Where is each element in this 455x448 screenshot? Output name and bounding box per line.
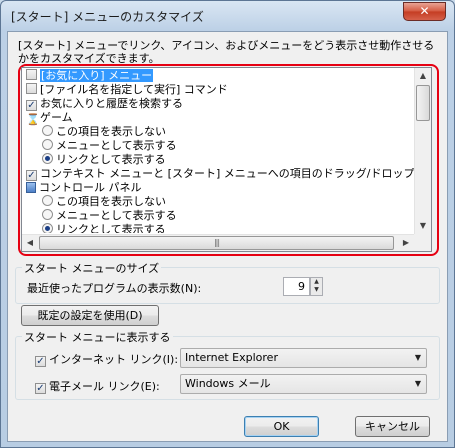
- games-menu-radio[interactable]: [42, 139, 53, 150]
- title-bar[interactable]: [スタート] メニューのカスタマイズ ✕: [1, 1, 454, 31]
- show-group-title: スタート メニューに表示する: [22, 329, 173, 345]
- description-text: [スタート] メニューでリンク、アイコン、およびメニューをどう表示させ動作させる…: [18, 39, 435, 65]
- scroll-right-icon[interactable]: ▶: [398, 235, 414, 251]
- option-favorites-menu[interactable]: [お気に入り] メニュー: [26, 69, 154, 83]
- hourglass-icon: ⌛: [26, 113, 40, 126]
- chevron-down-icon: ▼: [414, 353, 421, 362]
- control-panel-link-radio[interactable]: [42, 223, 53, 233]
- ok-button[interactable]: OK: [244, 416, 319, 437]
- options-listbox[interactable]: [お気に入り] メニュー [ファイル名を指定して実行] コマンド ✓ お気に入りと…: [21, 67, 432, 252]
- size-group-title: スタート メニューのサイズ: [22, 260, 162, 276]
- control-panel-choice-menu[interactable]: メニューとして表示する: [42, 209, 177, 223]
- drag-drop-checkbox[interactable]: ✓: [26, 170, 37, 181]
- email-link-option[interactable]: ✓ 電子メール リンク(E):: [35, 378, 160, 394]
- scroll-left-icon[interactable]: ◀: [22, 235, 38, 251]
- close-button[interactable]: ✕: [403, 2, 446, 21]
- internet-browser-value: Internet Explorer: [185, 351, 278, 364]
- window-title: [スタート] メニューのカスタマイズ: [11, 10, 204, 24]
- internet-link-label: インターネット リンク(I):: [49, 353, 179, 366]
- favorites-menu-checkbox[interactable]: [26, 69, 37, 80]
- recent-programs-count-input[interactable]: 9: [283, 277, 310, 296]
- email-client-select[interactable]: Windows メール ▼: [180, 374, 427, 394]
- search-favorites-label: お気に入りと履歴を検索する: [40, 97, 183, 110]
- dialog-body: [スタート] メニューでリンク、アイコン、およびメニューをどう表示させ動作させる…: [7, 31, 448, 442]
- scrollbar-corner: [414, 234, 431, 251]
- email-link-label: 電子メール リンク(E):: [49, 380, 160, 393]
- scroll-up-icon[interactable]: ▲: [415, 68, 431, 84]
- control-panel-choice-hide[interactable]: この項目を表示しない: [42, 195, 166, 209]
- email-client-value: Windows メール: [185, 377, 271, 390]
- games-hide-label: この項目を表示しない: [56, 125, 166, 138]
- control-panel-menu-radio[interactable]: [42, 209, 53, 220]
- option-search-favorites[interactable]: ✓ お気に入りと履歴を検索する: [26, 97, 183, 111]
- vertical-scroll-thumb[interactable]: [416, 85, 430, 121]
- close-icon: ✕: [419, 4, 430, 18]
- run-command-label: [ファイル名を指定して実行] コマンド: [40, 83, 228, 96]
- control-panel-category: コントロール パネル: [26, 181, 142, 195]
- games-choice-menu[interactable]: メニューとして表示する: [42, 139, 177, 153]
- games-menu-label: メニューとして表示する: [56, 139, 177, 152]
- spin-down-icon[interactable]: ▼: [311, 286, 322, 294]
- games-choice-hide[interactable]: この項目を表示しない: [42, 125, 166, 139]
- internet-browser-select[interactable]: Internet Explorer ▼: [180, 348, 427, 368]
- recent-programs-spinner[interactable]: ▲ ▼: [310, 277, 323, 296]
- option-drag-drop[interactable]: ✓コンテキスト メニューと [スタート] メニューへの項目のドラッグ/ドロップを…: [26, 167, 415, 181]
- drag-drop-label: コンテキスト メニューと [スタート] メニューへの項目のドラッグ/ドロップを有…: [40, 167, 415, 180]
- internet-link-checkbox[interactable]: ✓: [35, 356, 46, 367]
- search-favorites-checkbox[interactable]: ✓: [26, 100, 37, 111]
- control-panel-label: コントロール パネル: [39, 181, 142, 194]
- control-panel-hide-label: この項目を表示しない: [56, 195, 166, 208]
- favorites-menu-label: [お気に入り] メニュー: [40, 69, 154, 82]
- option-run-command[interactable]: [ファイル名を指定して実行] コマンド: [26, 83, 228, 97]
- horizontal-scrollbar[interactable]: ◀ ||| ▶: [22, 234, 415, 251]
- cancel-button[interactable]: キャンセル: [355, 416, 430, 437]
- internet-link-option[interactable]: ✓ インターネット リンク(I):: [35, 351, 178, 367]
- control-panel-menu-label: メニューとして表示する: [56, 209, 177, 222]
- customize-start-menu-dialog: [スタート] メニューのカスタマイズ ✕ [スタート] メニューでリンク、アイコ…: [0, 0, 455, 448]
- horizontal-scroll-thumb[interactable]: |||: [39, 236, 394, 250]
- scroll-down-icon[interactable]: ▼: [415, 218, 431, 234]
- email-link-checkbox[interactable]: ✓: [35, 383, 46, 394]
- options-list: [お気に入り] メニュー [ファイル名を指定して実行] コマンド ✓ お気に入りと…: [22, 68, 415, 233]
- games-category: ⌛ゲーム: [26, 111, 73, 126]
- games-choice-link[interactable]: リンクとして表示する: [42, 153, 166, 167]
- control-panel-hide-radio[interactable]: [42, 195, 53, 206]
- recent-programs-label: 最近使ったプログラムの表示数(N):: [27, 282, 202, 295]
- control-panel-choice-link[interactable]: リンクとして表示する: [42, 223, 166, 233]
- run-command-checkbox[interactable]: [26, 83, 37, 94]
- vertical-scrollbar[interactable]: ▲ ▼: [414, 68, 431, 234]
- chevron-down-icon: ▼: [414, 379, 421, 388]
- games-link-radio[interactable]: [42, 153, 53, 164]
- use-default-settings-button[interactable]: 既定の設定を使用(D): [21, 305, 159, 326]
- games-hide-radio[interactable]: [42, 125, 53, 136]
- control-panel-icon: [26, 182, 36, 193]
- games-label: ゲーム: [40, 111, 73, 124]
- games-link-label: リンクとして表示する: [56, 153, 166, 166]
- spin-up-icon[interactable]: ▲: [311, 278, 322, 286]
- control-panel-link-label: リンクとして表示する: [56, 223, 166, 233]
